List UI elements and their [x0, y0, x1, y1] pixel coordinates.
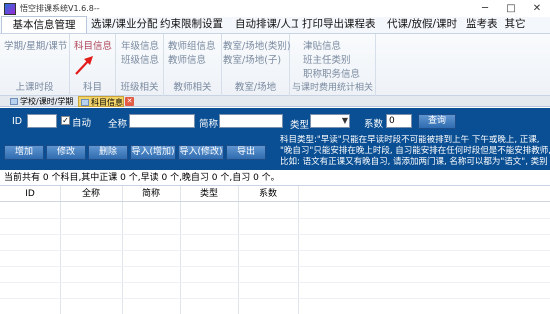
delete-button[interactable]: 删除	[88, 145, 128, 160]
ribbon-item-semester-week-period[interactable]: 学期/星期/课节	[4, 38, 67, 52]
ribbon-group-label: 教师相关	[173, 82, 212, 93]
menu-bar: 基本信息管理 选课/课业分配 约束限制设置 自动排课/人工调 打印导出课程表 代…	[0, 16, 550, 34]
ribbon-item-grade-info[interactable]: 年级信息	[121, 38, 159, 52]
info-line: 科目类型:"早读"只能在早读时段不可能被排到上午 下午或晚上, 正课,	[280, 135, 540, 145]
ribbon-item-subject-info[interactable]: 科目信息	[74, 38, 112, 52]
shortname-label: 简称	[199, 119, 219, 130]
ribbon-group-class: 年级信息 班级信息 班级相关	[116, 34, 164, 96]
app-logo-icon	[4, 2, 16, 15]
status-summary: 当前共有 0 个科目,其中正课 0 个,早读 0 个,晚自习 0 个,自习 0 …	[0, 170, 550, 186]
tab-page-icon	[10, 98, 18, 105]
table-header: ID 全称 简称 类型 系数	[0, 186, 550, 202]
ribbon-group-label: 班级相关	[120, 82, 159, 93]
fullname-input[interactable]	[129, 114, 195, 128]
info-line: "晚自习"只能安排在晚上时段, 自习能安排在任何时段但是不能安排教师,	[280, 146, 550, 156]
document-tabs: 学校/课时/学期 科目信息 ✕	[0, 96, 550, 107]
auto-checkbox[interactable]: ✓	[61, 116, 70, 125]
doc-tab-subject-info[interactable]: 科目信息	[78, 96, 124, 107]
import-edit-button[interactable]: 导入(修改)	[178, 145, 224, 160]
fullname-label: 全称	[108, 119, 128, 130]
import-add-button[interactable]: 导入(增加)	[130, 145, 176, 160]
ribbon-group-fees: 津贴信息 班主任类别 职称职务信息 与课时费用统计相关	[290, 34, 376, 96]
id-label: ID	[12, 116, 23, 127]
chevron-down-icon: ▼	[341, 116, 348, 125]
coefficient-input[interactable]: 0	[386, 114, 412, 128]
grid-row-line	[0, 282, 550, 283]
column-header-id[interactable]: ID	[0, 186, 60, 202]
type-label: 类型	[290, 120, 310, 131]
doc-tab-school-period-semester[interactable]: 学校/课时/学期	[8, 96, 76, 107]
export-button[interactable]: 导出	[226, 145, 266, 160]
ribbon-item-classroom-category[interactable]: 教室/场地(类别)	[223, 38, 291, 52]
coefficient-label: 系数	[364, 119, 384, 130]
menu-tab-auto-scheduling[interactable]: 自动排课/人工调	[232, 16, 298, 33]
doc-tab-label: 科目信息	[91, 98, 123, 107]
edit-button[interactable]: 修改	[46, 145, 86, 160]
tab-page-icon	[81, 99, 89, 106]
menu-tab-substitute[interactable]: 代课/放假/课时	[384, 16, 462, 33]
ribbon-group-classroom: 教室/场地(类别) 教室/场地(子) 教室/场地	[222, 34, 291, 96]
add-button[interactable]: 增加	[4, 145, 44, 160]
subject-table[interactable]: ID 全称 简称 类型 系数	[0, 186, 550, 314]
coefficient-value: 0	[389, 116, 395, 126]
column-header-shortname[interactable]: 简称	[122, 186, 180, 202]
menu-tab-constraints[interactable]: 约束限制设置	[157, 16, 231, 33]
grid-row-line	[0, 298, 550, 299]
close-button[interactable]: ✕	[524, 0, 550, 17]
grid-row-line	[0, 234, 550, 235]
subject-type-info: 科目类型:"早读"只能在早读时段不可能被排到上午 下午或晚上, 正课, "晚自习…	[280, 135, 550, 168]
menu-tab-exam-proctor[interactable]: 监考表	[463, 16, 498, 33]
ribbon-group-label: 与课时费用统计相关	[291, 83, 373, 93]
menu-tab-course-selection[interactable]: 选课/课业分配	[88, 16, 158, 33]
window-title: 悟空排课系统V1.6.8--	[20, 4, 100, 13]
title-bar: 悟空排课系统V1.6.8-- ─ □ ✕	[0, 0, 550, 17]
tab-close-icon[interactable]: ✕	[125, 97, 134, 106]
ribbon-item-teacher-group-info[interactable]: 教师组信息	[168, 38, 216, 52]
window-controls: ─ □ ✕	[472, 0, 550, 17]
column-header-coefficient[interactable]: 系数	[238, 186, 298, 202]
query-button[interactable]: 查询	[418, 114, 456, 129]
type-select[interactable]: ▼	[310, 114, 350, 128]
red-arrow-icon	[75, 56, 93, 75]
ribbon-item-head-teacher-category[interactable]: 班主任类别	[303, 52, 351, 66]
ribbon-item-allowance-info[interactable]: 津贴信息	[303, 38, 341, 52]
menu-tab-other[interactable]: 其它	[498, 16, 532, 33]
ribbon-item-classroom-sub[interactable]: 教室/场地(子)	[223, 52, 281, 66]
menu-tab-print-export[interactable]: 打印导出课程表	[299, 16, 383, 33]
column-header-type[interactable]: 类型	[180, 186, 238, 202]
maximize-button[interactable]: □	[498, 0, 524, 17]
shortname-input[interactable]	[219, 114, 283, 128]
id-input[interactable]	[27, 114, 57, 128]
ribbon-item-title-position-info[interactable]: 职称职务信息	[303, 66, 360, 80]
grid-row-line	[0, 250, 550, 251]
ribbon-item-class-info[interactable]: 班级信息	[121, 52, 159, 66]
ribbon-group-periods: 学期/星期/课节 上课时段	[0, 34, 70, 96]
auto-label: 自动	[72, 118, 92, 129]
info-line: 比如: 语文有正课又有晚自习, 请添加两门课, 名称可以都为"语文", 类别	[280, 157, 548, 167]
minimize-button[interactable]: ─	[472, 0, 498, 17]
column-header-fullname[interactable]: 全称	[60, 186, 122, 202]
grid-row-line	[0, 218, 550, 219]
ribbon-item-teacher-info[interactable]: 教师信息	[168, 52, 206, 66]
grid-row-line	[0, 266, 550, 267]
filter-panel: ID ✓ 自动 全称 简称 类型 ▼ 系数 0 查询 增加 修改 删除 导入(增…	[0, 108, 550, 170]
ribbon-group-label: 教室/场地	[234, 82, 277, 93]
menu-tab-basic-info[interactable]: 基本信息管理	[1, 16, 87, 33]
doc-tab-label: 学校/课时/学期	[20, 97, 74, 106]
ribbon-group-teacher: 教师组信息 教师信息 教师相关	[164, 34, 222, 96]
ribbon-group-label: 科目	[82, 82, 102, 93]
ribbon-group-label: 上课时段	[15, 82, 54, 93]
